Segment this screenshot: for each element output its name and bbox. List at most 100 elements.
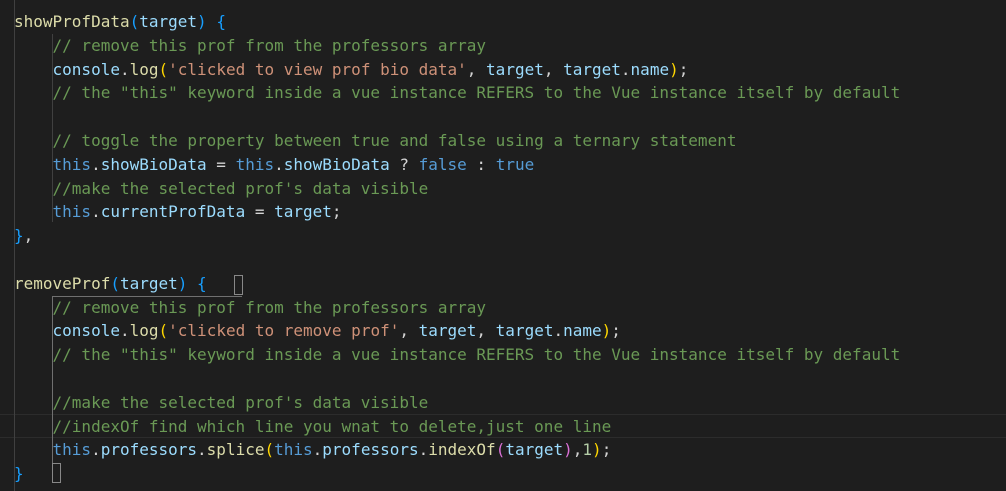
code-token: ;: [331, 202, 342, 222]
code-line[interactable]: console.log('clicked to remove prof', ta…: [14, 319, 621, 343]
code-token: .: [91, 440, 101, 460]
code-token: // toggle the property between true and …: [14, 131, 737, 150]
code-token: target: [495, 321, 554, 341]
code-line[interactable]: // the "this" keyword inside a vue insta…: [14, 81, 901, 105]
code-token: ?: [389, 154, 419, 174]
code-token: showProfData: [14, 12, 130, 31]
code-token: target: [563, 59, 621, 79]
code-token: .: [91, 154, 101, 174]
code-token: true: [495, 154, 535, 174]
code-token: .: [119, 321, 130, 341]
code-editor[interactable]: showProfData(target) { // remove this pr…: [0, 0, 1006, 491]
code-token: .: [119, 59, 130, 79]
code-token: target: [119, 273, 178, 293]
code-token: ): [601, 321, 612, 341]
code-token: (: [158, 321, 169, 341]
code-token: ,: [23, 226, 34, 246]
code-token: professors: [322, 440, 419, 460]
code-token: ): [669, 59, 679, 79]
code-token: name: [563, 321, 602, 341]
code-line[interactable]: }: [14, 462, 24, 486]
code-token: indexOf: [428, 440, 496, 460]
code-line[interactable]: },: [14, 224, 33, 248]
code-token: ,: [476, 321, 496, 341]
code-token: ;: [678, 59, 689, 79]
code-token: =: [245, 202, 275, 222]
code-token: =: [206, 154, 236, 174]
code-line[interactable]: console.log('clicked to view prof bio da…: [14, 58, 689, 82]
code-token: ): [563, 440, 573, 460]
code-line[interactable]: // remove this prof from the professors …: [14, 34, 486, 58]
code-token: this: [14, 202, 92, 222]
bracket-match-open: [234, 275, 243, 295]
code-token: }: [14, 464, 24, 484]
code-token: .: [197, 440, 207, 460]
code-token: showBioData: [283, 154, 390, 174]
code-token: //indexOf find which line you wnat to de…: [14, 416, 612, 436]
code-token: this: [14, 440, 92, 460]
code-token: target: [274, 202, 332, 222]
code-line[interactable]: this.currentProfData = target;: [14, 200, 342, 224]
code-token: // remove this prof from the professors …: [14, 297, 487, 317]
code-token: false: [418, 154, 467, 174]
code-token: log: [129, 321, 159, 341]
code-token: professors: [100, 440, 198, 460]
code-line[interactable]: this.professors.splice(this.professors.i…: [14, 438, 612, 462]
code-token: ): [592, 440, 602, 460]
code-token: {: [216, 12, 226, 31]
code-token: currentProfData: [100, 202, 246, 222]
code-token: ;: [601, 440, 612, 460]
code-token: .: [418, 440, 429, 460]
code-line[interactable]: //indexOf find which line you wnat to de…: [14, 415, 612, 439]
code-token: log: [129, 59, 159, 79]
code-token: console: [14, 59, 120, 79]
code-token: ,: [466, 59, 487, 79]
code-line[interactable]: this.showBioData = this.showBioData ? fa…: [14, 153, 535, 177]
code-token: showBioData: [100, 154, 207, 174]
code-token: .: [91, 202, 101, 222]
code-line[interactable]: //make the selected prof's data visible: [14, 177, 429, 201]
code-token: // the "this" keyword inside a vue insta…: [14, 345, 901, 365]
code-token: splice: [206, 440, 265, 460]
code-token: //make the selected prof's data visible: [14, 178, 429, 198]
code-token: }: [14, 226, 24, 246]
code-token: ): [177, 273, 188, 293]
code-token: target: [139, 12, 198, 31]
code-token: .: [620, 59, 631, 79]
code-token: target: [505, 440, 564, 460]
code-token: removeProf: [14, 273, 111, 293]
code-token: 'clicked to remove prof': [168, 321, 400, 341]
code-token: (: [129, 12, 140, 31]
code-token: this: [235, 154, 275, 174]
code-token: target: [486, 59, 544, 79]
code-line[interactable]: // toggle the property between true and …: [14, 129, 737, 153]
code-token: // the "this" keyword inside a vue insta…: [14, 83, 901, 103]
code-line[interactable]: showProfData(target) {: [14, 10, 226, 34]
code-token: ,: [399, 321, 419, 341]
bracket-match-close: [52, 463, 61, 483]
code-token: ;: [611, 321, 621, 341]
code-token: .: [312, 440, 323, 460]
code-token: this: [14, 154, 92, 174]
code-token: ): [197, 12, 207, 31]
code-token: (: [110, 273, 120, 293]
code-line[interactable]: //make the selected prof's data visible: [14, 391, 429, 415]
code-token: this: [274, 440, 313, 460]
code-token: 1: [582, 440, 593, 460]
code-token: ,: [572, 440, 583, 460]
code-token: name: [630, 59, 670, 79]
code-token: (: [158, 59, 169, 79]
code-line[interactable]: removeProf(target) {: [14, 272, 207, 296]
code-line[interactable]: // the "this" keyword inside a vue insta…: [14, 343, 901, 367]
code-token: console: [14, 321, 120, 341]
code-token: 'clicked to view prof bio data': [168, 59, 467, 79]
code-line[interactable]: // remove this prof from the professors …: [14, 296, 486, 320]
code-token: ,: [543, 59, 564, 79]
code-token: .: [553, 321, 564, 341]
code-token: (: [495, 440, 506, 460]
code-token: (: [264, 440, 275, 460]
code-token: // remove this prof from the professors …: [14, 35, 487, 55]
code-token: :: [466, 154, 496, 174]
